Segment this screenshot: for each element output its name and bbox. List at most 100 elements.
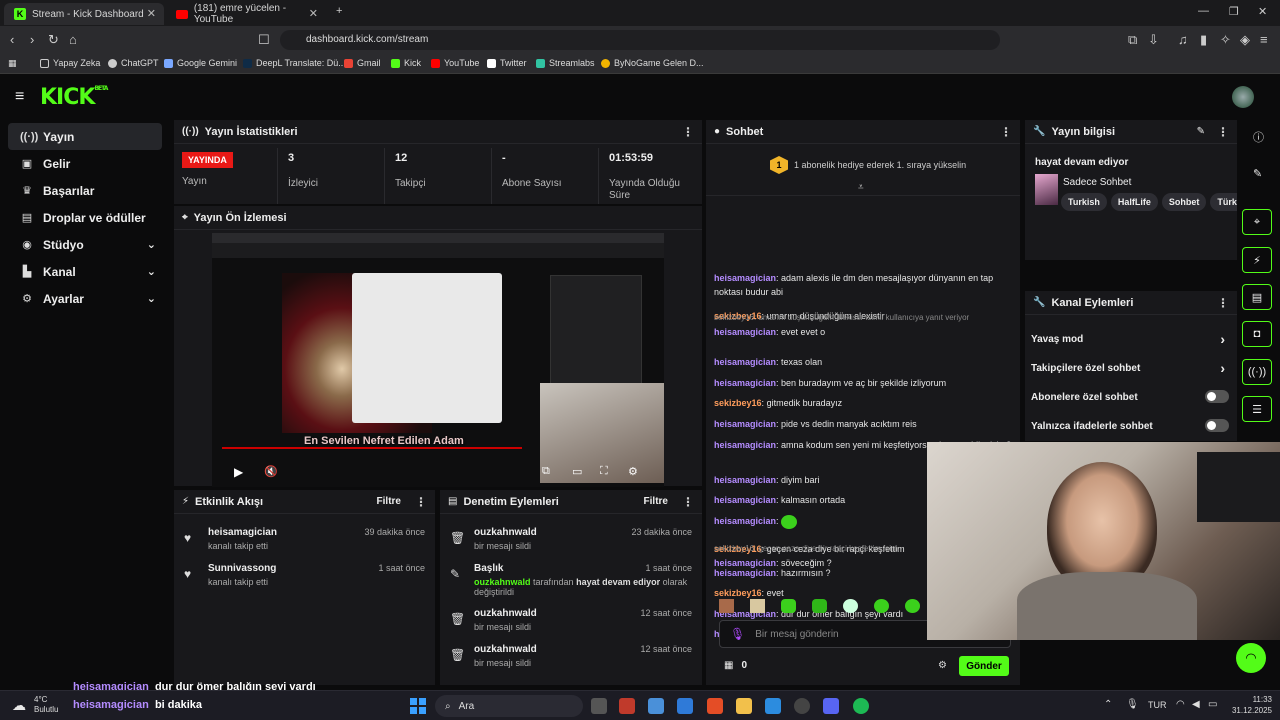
emote-icon[interactable] (781, 599, 796, 613)
apps-icon[interactable]: ▦ (8, 58, 17, 69)
sidebar-item-ayarlar[interactable]: ⚙ Ayarlar ⌄ (8, 285, 162, 312)
chat-username[interactable]: heisamagician (714, 440, 776, 450)
ai-icon[interactable]: ✧ (1220, 32, 1231, 48)
rail-button-activity[interactable]: ⚡ (1242, 247, 1272, 273)
tag[interactable]: Turkish (1061, 193, 1107, 211)
theater-icon[interactable]: ▭ (572, 465, 582, 478)
chat-username[interactable]: heisamagician (714, 419, 776, 429)
chat-username[interactable]: sekizbey16 (714, 398, 762, 408)
chat-username[interactable]: sekizbey16 (714, 588, 762, 598)
tag[interactable]: Sohbet (1161, 193, 1207, 211)
back-icon[interactable]: ‹ (10, 32, 14, 47)
sidebar-item-basarilar[interactable]: ♛ Başarılar (8, 177, 162, 204)
battery-icon[interactable]: ▭ (1208, 699, 1217, 710)
clock[interactable]: 11:33 31.12.2025 (1228, 694, 1272, 716)
music-icon[interactable]: ♫ (1178, 32, 1188, 47)
subscribers-only-toggle[interactable] (1205, 390, 1229, 403)
info-icon[interactable]: ⓘ (1253, 129, 1264, 145)
bookmark-gmail[interactable]: Gmail (344, 58, 381, 68)
hamburger-menu-icon[interactable]: ≡ (15, 88, 24, 106)
rail-button-chat[interactable]: ◘ (1242, 321, 1272, 347)
emote-icon[interactable] (843, 599, 858, 613)
option-followers-only[interactable]: Takipçilere özel sohbet › (1031, 360, 1229, 376)
chat-username[interactable]: heisamagician (714, 475, 776, 485)
option-slow-mode[interactable]: Yavaş mod › (1031, 331, 1229, 347)
chat-username[interactable]: heisamagician (714, 327, 776, 337)
mute-icon[interactable]: 🔇 (264, 465, 278, 478)
app-icon[interactable] (648, 698, 664, 714)
rail-button-broadcast[interactable]: ((·)) (1242, 359, 1272, 385)
chat-username[interactable]: heisamagician (714, 273, 776, 283)
sidebar-item-droplar[interactable]: ▤ Droplar ve ödüller (8, 204, 162, 231)
emote-only-toggle[interactable] (1205, 419, 1229, 432)
store-icon[interactable] (765, 698, 781, 714)
category-thumbnail[interactable] (1035, 174, 1058, 205)
windows-start-icon[interactable] (410, 698, 426, 714)
bookmark-bynogame[interactable]: ByNoGame Gelen D... (601, 58, 704, 68)
emote-icon[interactable] (874, 599, 889, 613)
task-view-icon[interactable] (591, 698, 607, 714)
bookmark-youtube[interactable]: YouTube (431, 58, 479, 68)
gift-sub-banner[interactable]: 1 1 abonelik hediye ederek 1. sıraya yüks… (770, 156, 966, 174)
bookmark-gemini[interactable]: Google Gemini (164, 58, 237, 68)
rail-button-preview[interactable]: ⌖ (1242, 209, 1272, 235)
shield-icon[interactable]: ◈ (1240, 32, 1250, 48)
support-chat-button[interactable]: ◠ (1236, 643, 1266, 673)
menu-icon[interactable]: ≡ (1260, 32, 1268, 47)
tab-kick-dashboard[interactable]: K Stream - Kick Dashboard ✕ (4, 3, 164, 25)
app-icon[interactable] (677, 698, 693, 714)
taskbar-search[interactable]: ⌕ Ara (435, 695, 583, 717)
kick-logo[interactable]: KICKBETA (40, 85, 108, 110)
bookmark-streamlabs[interactable]: Streamlabs (536, 58, 595, 68)
edit-icon[interactable]: ✎ (1197, 126, 1205, 137)
bookmark-chatgpt[interactable]: ChatGPT (108, 58, 159, 68)
tab-youtube[interactable]: (181) emre yücelen - YouTube ✕ (166, 3, 326, 25)
rail-button-layout[interactable]: ☰ (1242, 396, 1272, 422)
chat-username[interactable]: heisamagician (714, 568, 776, 578)
home-icon[interactable]: ⌂ (69, 32, 77, 47)
bookmark-twitter[interactable]: Twitter (487, 58, 527, 68)
scroll-down-icon[interactable]: ⩡ (858, 182, 864, 193)
edit-icon[interactable]: ✎ (1253, 167, 1262, 180)
chat-username[interactable]: heisamagician (714, 516, 776, 526)
steam-icon[interactable] (794, 698, 810, 714)
filter-button[interactable]: Filtre (377, 496, 401, 507)
download-icon[interactable]: ⇩ (1148, 32, 1159, 48)
emote-icon[interactable] (905, 599, 920, 613)
category-name[interactable]: Sadece Sohbet (1063, 177, 1131, 188)
close-tab-icon[interactable]: ✕ (309, 7, 318, 20)
new-tab-icon[interactable]: + (336, 5, 342, 17)
chat-username[interactable]: heisamagician (714, 378, 776, 388)
tray-expand-icon[interactable]: ⌃ (1104, 699, 1112, 710)
more-options-icon[interactable]: ⋮ (1000, 125, 1012, 139)
weather-icon[interactable]: ☁ (12, 697, 26, 714)
chat-username[interactable]: heisamagician (714, 357, 776, 367)
spotify-icon[interactable] (853, 698, 869, 714)
wifi-icon[interactable]: ◠ (1176, 699, 1185, 710)
sidebar-item-studyo[interactable]: ◉ Stüdyo ⌄ (8, 231, 162, 258)
extensions-icon[interactable]: ⧉ (1128, 32, 1137, 48)
url-bar[interactable]: dashboard.kick.com/stream (280, 30, 1000, 50)
minimize-icon[interactable]: — (1198, 5, 1209, 17)
fullscreen-icon[interactable]: ⛶ (600, 465, 608, 478)
close-window-icon[interactable]: ✕ (1258, 5, 1267, 18)
app-icon[interactable] (619, 698, 635, 714)
filter-button[interactable]: Filtre (644, 496, 668, 507)
rail-button-log[interactable]: ▤ (1242, 284, 1272, 310)
sidebar-item-gelir[interactable]: ▣ Gelir (8, 150, 162, 177)
sidebar-icon[interactable]: ▮ (1200, 32, 1207, 48)
emote-icon[interactable] (719, 599, 734, 613)
forward-icon[interactable]: › (30, 32, 34, 47)
emote-icon[interactable] (812, 599, 827, 613)
tag[interactable]: HalfLife (1110, 193, 1158, 211)
bookmark-kick[interactable]: Kick (391, 58, 421, 68)
close-tab-icon[interactable]: ✕ (147, 7, 156, 20)
emote-icon[interactable] (750, 599, 765, 613)
brave-icon[interactable] (707, 698, 723, 714)
more-options-icon[interactable]: ⋮ (682, 495, 694, 509)
language-indicator[interactable]: TUR (1148, 700, 1167, 710)
sidebar-item-yayin[interactable]: ((·)) Yayın (8, 123, 162, 150)
microphone-icon[interactable]: 🎙 (730, 627, 745, 641)
play-icon[interactable]: ▶ (234, 465, 243, 479)
bookmark-yapay-zeka[interactable]: Yapay Zeka (40, 58, 100, 68)
